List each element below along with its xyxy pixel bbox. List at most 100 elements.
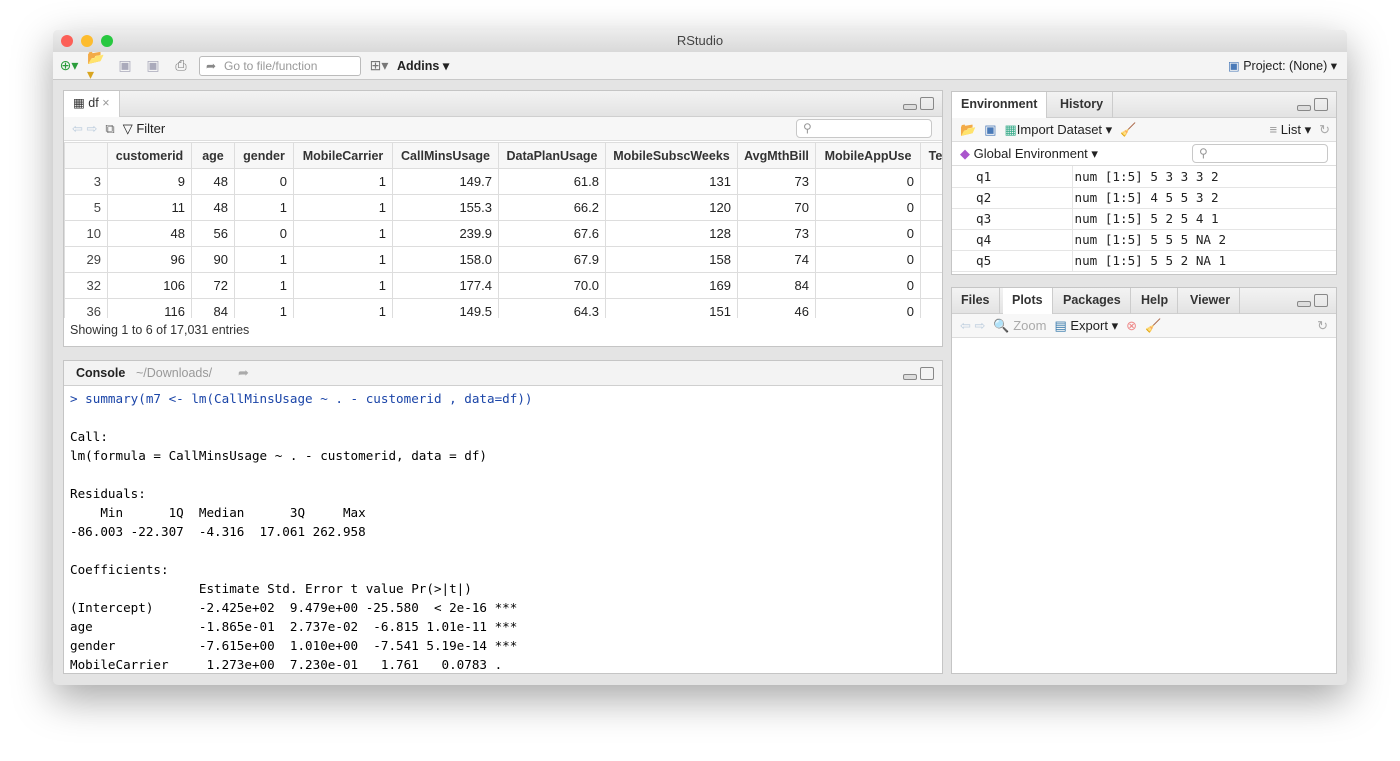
env-row[interactable]: q2 num [1:5] 4 5 5 3 2	[952, 187, 1336, 209]
table-cell	[920, 168, 942, 195]
console-line: Estimate Std. Error t value Pr(>|t|)	[70, 581, 503, 596]
save-all-icon[interactable]: ▣	[143, 57, 163, 75]
table-cell: 1	[293, 220, 393, 247]
grid-layout-icon[interactable]: ⊞▾	[369, 57, 389, 75]
clear-plots-icon[interactable]: 🧹	[1145, 318, 1161, 334]
table-cell: 177.4	[392, 272, 499, 299]
refresh-icon[interactable]: ↻	[1319, 122, 1330, 138]
pane-controls[interactable]	[903, 367, 934, 380]
table-cell: 9	[107, 168, 192, 195]
table-row: 32 106 72 1 1 177.4 70.0 169 84 0	[64, 272, 942, 299]
column-header[interactable]: DataPlanUsage	[498, 142, 606, 169]
open-file-icon[interactable]: 📂▾	[87, 49, 107, 82]
goto-placeholder: Go to file/function	[224, 58, 318, 73]
zoom-button[interactable]: 🔍 Zoom	[993, 318, 1046, 334]
scope-bar: ◆ Global Environment ▾ ⚲	[952, 142, 1336, 166]
table-cell: 158	[605, 246, 738, 273]
export-button[interactable]: ▤ Export ▾	[1054, 318, 1118, 334]
pane-controls[interactable]	[1297, 98, 1328, 111]
refresh-plot-icon[interactable]: ↻	[1317, 318, 1328, 334]
popout-icon[interactable]: ⧉	[105, 121, 114, 137]
list-label: List	[1280, 121, 1301, 137]
new-file-icon[interactable]: ⊕▾	[59, 57, 79, 75]
go-to-file-input[interactable]: ➦ Go to file/function	[199, 55, 361, 76]
var-value: num [1:5] 5 5 2 NA 1	[1072, 250, 1336, 272]
table-cell: 96	[107, 246, 192, 273]
table-cell: 74	[737, 246, 816, 273]
column-header[interactable]: AvgMthBill	[737, 142, 816, 169]
environment-search-input[interactable]: ⚲	[1192, 144, 1328, 163]
env-row[interactable]: q3 num [1:5] 5 2 5 4 1	[952, 208, 1336, 230]
export-icon: ▤	[1054, 317, 1067, 333]
back-icon[interactable]: ⇦ ⇨	[72, 121, 97, 137]
tab-files[interactable]: Files	[952, 288, 1000, 314]
close-tab-icon[interactable]: ×	[102, 96, 109, 110]
column-header[interactable]: age	[191, 142, 235, 169]
tab-history[interactable]: History	[1051, 92, 1114, 118]
table-cell: 84	[737, 272, 816, 299]
close-window-button[interactable]	[61, 35, 73, 47]
console-output[interactable]: > summary(m7 <- lm(CallMinsUsage ~ . - c…	[70, 389, 533, 673]
column-header[interactable]: MobileSubscWeeks	[605, 142, 738, 169]
import-dataset-button[interactable]: ▦Import Dataset ▾	[1004, 122, 1112, 138]
global-environment-dropdown[interactable]: ◆ Global Environment ▾	[960, 146, 1098, 162]
zoom-window-button[interactable]	[101, 35, 113, 47]
table-cell: 1	[234, 298, 294, 318]
pane-controls[interactable]	[1297, 294, 1328, 307]
table-cell: 66.2	[498, 194, 606, 221]
tab-viewer[interactable]: Viewer	[1181, 288, 1241, 314]
console-path: ~/Downloads/	[136, 366, 213, 380]
table-search-input[interactable]: ⚲	[796, 119, 932, 138]
env-row[interactable]: q5 num [1:5] 5 5 2 NA 1	[952, 250, 1336, 272]
table-cell: 70.0	[498, 272, 606, 299]
column-header[interactable]	[64, 142, 108, 169]
print-icon[interactable]: ⎙	[171, 57, 191, 75]
plots-toolbar: ⇦ ⇨ 🔍 Zoom ▤ Export ▾ ⊗ 🧹 ↻	[952, 314, 1336, 338]
load-workspace-icon[interactable]: 📂	[960, 122, 976, 138]
table-cell: 1	[293, 168, 393, 195]
table-cell: 120	[605, 194, 738, 221]
tab-plots[interactable]: Plots	[1003, 288, 1053, 314]
var-value: num [1:5] 5 2 5 4 1	[1072, 208, 1336, 230]
table-cell: 11	[107, 194, 192, 221]
table-cell: 61.8	[498, 168, 606, 195]
pane-controls[interactable]	[903, 97, 934, 110]
project-menu[interactable]: ▣ Project: (None) ▾	[1228, 58, 1337, 73]
remove-plot-icon[interactable]: ⊗	[1126, 318, 1137, 334]
addins-menu[interactable]: Addins ▾	[397, 58, 449, 73]
broom-icon[interactable]: 🧹	[1120, 122, 1136, 138]
plots-pane: Files Plots Packages Help Viewer ⇦ ⇨ 🔍 Zoom …	[951, 287, 1337, 674]
tab-help[interactable]: Help	[1132, 288, 1179, 314]
go-to-directory-icon[interactable]: ➦	[238, 365, 249, 381]
table-cell: 72	[191, 272, 235, 299]
console-line: Call:	[70, 429, 108, 444]
column-header[interactable]: MobileAppUse	[815, 142, 921, 169]
tab-packages[interactable]: Packages	[1054, 288, 1131, 314]
column-header[interactable]: MobileCarrier	[293, 142, 393, 169]
tab-df[interactable]: ▦ df ×	[64, 91, 120, 117]
column-header[interactable]: CallMinsUsage	[392, 142, 499, 169]
column-header[interactable]: Te	[920, 142, 942, 169]
table-cell: 0	[815, 298, 921, 318]
data-viewer-pane: ▦ df × ⇦ ⇨ ⧉ ▽ Filter ⚲ customerid age gen…	[63, 90, 943, 347]
tab-environment[interactable]: Environment	[952, 92, 1048, 118]
minimize-window-button[interactable]	[81, 35, 93, 47]
column-header[interactable]: gender	[234, 142, 294, 169]
env-row[interactable]: q1 num [1:5] 5 3 3 3 2	[952, 166, 1336, 188]
back-forward-icon[interactable]: ⇦ ⇨	[960, 318, 985, 334]
table-cell: 46	[737, 298, 816, 318]
list-icon: ≡	[1269, 121, 1278, 137]
table-icon: ▦	[73, 96, 85, 110]
console-title: Console	[76, 366, 126, 380]
env-row[interactable]: q4 num [1:5] 5 5 5 NA 2	[952, 229, 1336, 251]
save-icon[interactable]: ▣	[115, 57, 135, 75]
column-header[interactable]: customerid	[107, 142, 192, 169]
table-cell: 0	[815, 168, 921, 195]
table-cell: 48	[191, 194, 235, 221]
table-row: 3 9 48 0 1 149.7 61.8 131 73 0	[64, 168, 942, 195]
table-cell	[920, 246, 942, 273]
list-view-button[interactable]: ≡ List ▾	[1270, 122, 1312, 138]
save-workspace-icon[interactable]: ▣	[984, 122, 996, 138]
filter-button[interactable]: ▽ Filter	[123, 121, 166, 137]
